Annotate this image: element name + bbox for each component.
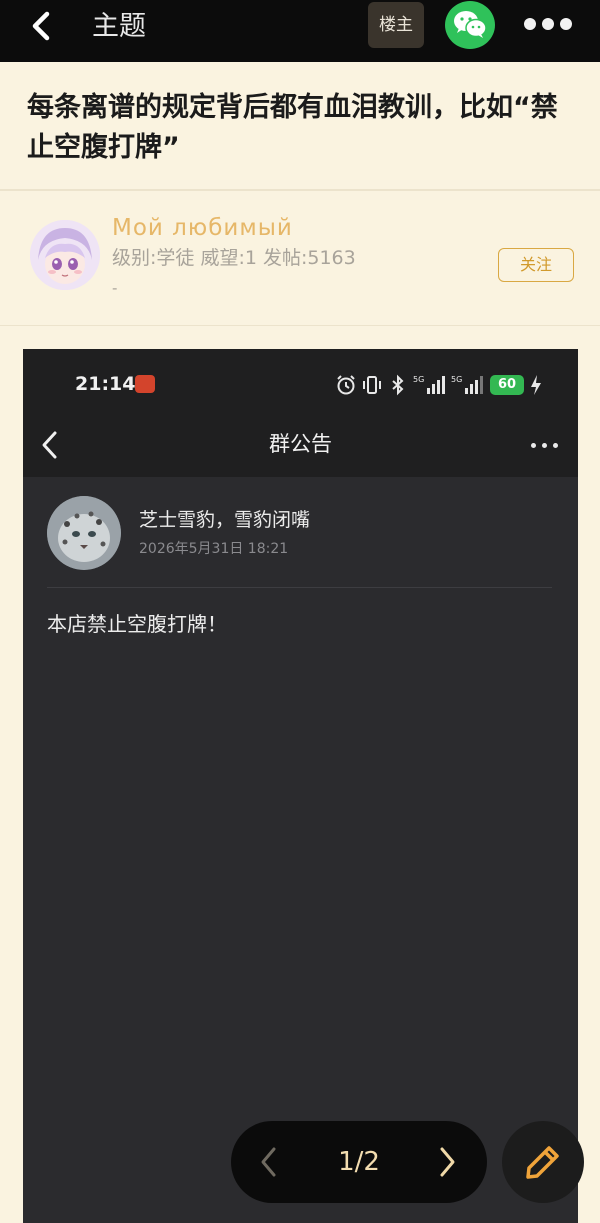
username[interactable]: Мой любимый — [112, 212, 293, 244]
more-options-icon — [531, 443, 559, 449]
author-only-button[interactable]: 楼主 — [368, 2, 424, 48]
status-icons: 5G 5G 60 — [335, 373, 555, 397]
user-stats: 级别:学徒 威望:1 发帖:5163 — [112, 247, 356, 269]
wechat-icon — [454, 11, 487, 38]
image-author-name: 芝士雪豹，雪豹闭嘴 — [139, 509, 311, 531]
more-options-icon[interactable] — [522, 18, 574, 32]
reply-button[interactable] — [502, 1121, 584, 1203]
pencil-icon — [526, 1146, 559, 1179]
bluetooth-icon — [392, 374, 404, 396]
pagination-bar: 1/2 — [231, 1121, 487, 1203]
alarm-icon — [337, 375, 355, 395]
chevron-left-icon — [261, 1147, 276, 1177]
post-image[interactable]: 21:14 5G 5G 60 群公告 芝士雪豹，雪豹闭嘴 2026年5月31日 … — [23, 349, 578, 1223]
chevron-right-icon — [440, 1147, 455, 1177]
image-nav-title: 群公告 — [269, 432, 332, 456]
svg-text:5G: 5G — [413, 375, 424, 384]
user-signature: - — [112, 279, 118, 297]
avatar[interactable] — [30, 220, 100, 290]
svg-text:5G: 5G — [451, 375, 462, 384]
battery-icon: 60 — [490, 375, 524, 395]
divider — [47, 587, 552, 588]
image-author-avatar — [47, 496, 121, 570]
top-bar: 主题 楼主 — [0, 0, 600, 62]
back-icon[interactable] — [26, 10, 60, 44]
image-status-time: 21:14 — [75, 373, 136, 395]
divider — [0, 189, 600, 191]
image-post-date: 2026年5月31日 18:21 — [139, 541, 289, 557]
app-icon — [135, 375, 155, 393]
wechat-share-button[interactable] — [445, 1, 495, 49]
charging-icon — [531, 375, 541, 395]
next-page-button[interactable] — [435, 1145, 459, 1179]
page-title: 主题 — [92, 11, 146, 42]
vibrate-icon — [363, 376, 381, 394]
follow-button[interactable]: 关注 — [498, 248, 574, 282]
image-status-bar: 21:14 5G 5G 60 — [23, 349, 578, 413]
prev-page-button[interactable] — [257, 1145, 281, 1179]
image-announcement-text: 本店禁止空腹打牌！ — [47, 612, 227, 636]
image-nav-bar: 群公告 — [23, 413, 578, 477]
divider — [0, 325, 600, 326]
post-title: 每条离谱的规定背后都有血泪教训，比如“禁止空腹打牌” — [27, 92, 558, 163]
signal-icon: 5G — [451, 375, 483, 394]
signal-icon: 5G — [413, 375, 445, 394]
page-indicator[interactable]: 1/2 — [309, 1145, 409, 1179]
